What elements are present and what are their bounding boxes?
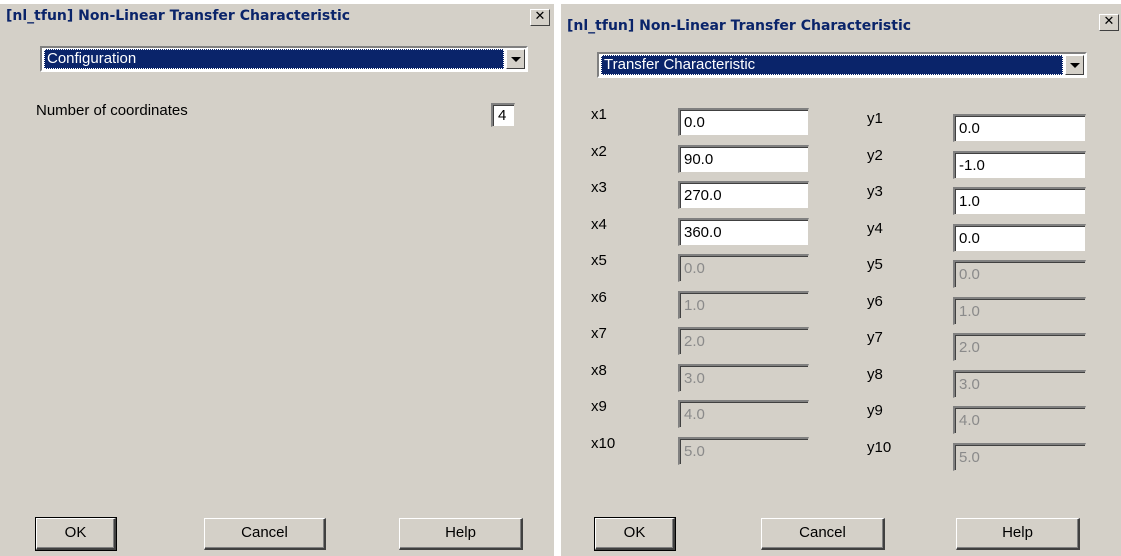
x3-label: x3: [591, 179, 607, 196]
title-bar: [nl_tfun] Non-Linear Transfer Characteri…: [561, 4, 1121, 38]
number-of-coordinates-label: Number of coordinates: [36, 102, 188, 119]
close-icon: ✕: [534, 9, 546, 24]
cancel-button[interactable]: Cancel: [761, 518, 885, 550]
x10-label: x10: [591, 434, 616, 452]
x3-input[interactable]: 270.0: [678, 181, 809, 209]
y7-input: 2.0: [953, 333, 1086, 361]
x9-label: x9: [591, 398, 607, 415]
y5-label: y5: [867, 256, 883, 273]
y4-label: y4: [867, 219, 883, 237]
y7-label: y7: [867, 329, 883, 346]
transfer-characteristic-dialog: [nl_tfun] Non-Linear Transfer Characteri…: [561, 4, 1121, 556]
x7-label: x7: [591, 325, 607, 342]
dialog-title: [nl_tfun] Non-Linear Transfer Characteri…: [567, 18, 912, 34]
x6-input: 1.0: [678, 290, 809, 319]
x4-input[interactable]: 360.0: [678, 217, 809, 246]
section-dropdown-value: Transfer Characteristic: [601, 55, 1063, 75]
y5-input: 0.0: [953, 260, 1086, 288]
x1-input[interactable]: 0.0: [678, 108, 809, 136]
x1-label: x1: [591, 106, 607, 123]
x5-input: 0.0: [678, 254, 809, 282]
x9-input: 4.0: [678, 400, 809, 428]
y6-label: y6: [867, 292, 883, 310]
section-dropdown-value: Configuration: [44, 49, 504, 69]
x7-input: 2.0: [678, 327, 809, 355]
y9-label: y9: [867, 402, 883, 419]
y2-label: y2: [867, 146, 883, 164]
ok-button[interactable]: OK: [594, 517, 676, 551]
y3-label: y3: [867, 183, 883, 200]
title-bar: [nl_tfun] Non-Linear Transfer Characteri…: [0, 4, 554, 30]
y1-label: y1: [867, 110, 883, 127]
ok-button[interactable]: OK: [35, 517, 117, 551]
x2-input[interactable]: 90.0: [678, 144, 809, 173]
y8-input: 3.0: [953, 369, 1086, 398]
y4-input[interactable]: 0.0: [953, 223, 1086, 252]
number-of-coordinates-input[interactable]: 4: [491, 103, 515, 127]
x10-input: 5.0: [678, 436, 809, 465]
y3-input[interactable]: 1.0: [953, 187, 1086, 215]
y1-input[interactable]: 0.0: [953, 114, 1086, 142]
help-button[interactable]: Help: [956, 518, 1080, 550]
close-button[interactable]: ✕: [530, 9, 550, 26]
y6-input: 1.0: [953, 296, 1086, 325]
y2-input[interactable]: -1.0: [953, 150, 1086, 179]
section-dropdown[interactable]: Transfer Characteristic: [597, 52, 1087, 78]
x8-input: 3.0: [678, 363, 809, 392]
x5-label: x5: [591, 252, 607, 269]
configuration-dialog: [nl_tfun] Non-Linear Transfer Characteri…: [0, 4, 554, 556]
dialog-title: [nl_tfun] Non-Linear Transfer Characteri…: [6, 8, 351, 24]
help-button[interactable]: Help: [399, 518, 523, 550]
x2-label: x2: [591, 142, 607, 160]
close-button[interactable]: ✕: [1099, 14, 1119, 31]
cancel-button[interactable]: Cancel: [204, 518, 326, 550]
y8-label: y8: [867, 365, 883, 383]
section-dropdown[interactable]: Configuration: [40, 46, 528, 72]
chevron-down-icon[interactable]: [1065, 55, 1084, 75]
close-icon: ✕: [1103, 14, 1115, 29]
y9-input: 4.0: [953, 406, 1086, 434]
x6-label: x6: [591, 288, 607, 306]
y10-label: y10: [867, 438, 892, 456]
chevron-down-icon[interactable]: [506, 49, 525, 69]
x8-label: x8: [591, 361, 607, 379]
x4-label: x4: [591, 215, 607, 233]
y10-input: 5.0: [953, 442, 1086, 471]
